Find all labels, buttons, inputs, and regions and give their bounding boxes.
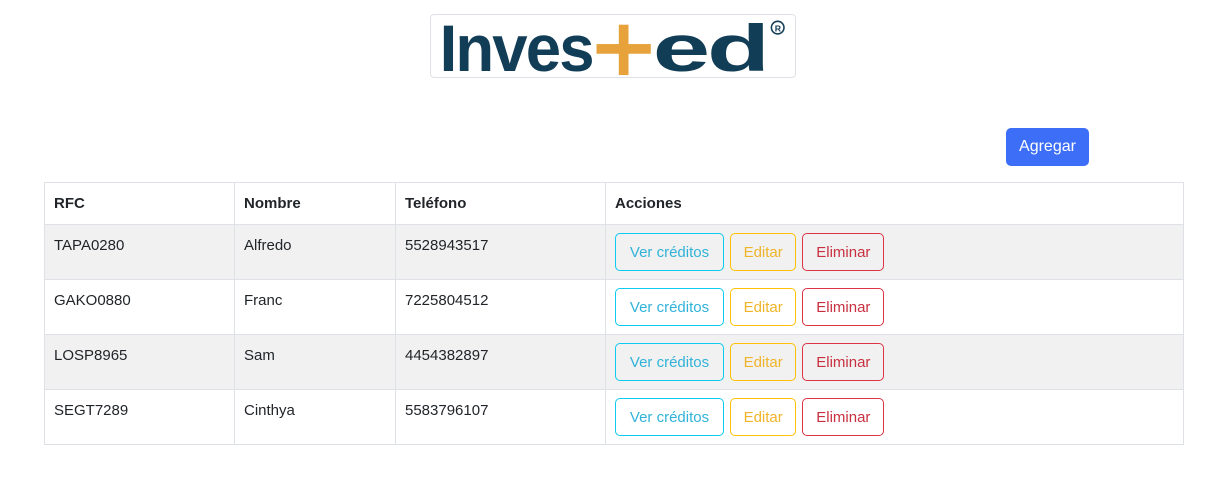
table-row: SEGT7289 Cinthya 5583796107 Ver créditos… — [44, 389, 1184, 445]
cell-rfc: GAKO0880 — [44, 279, 235, 335]
cell-acciones: Ver créditos Editar Eliminar — [605, 279, 1184, 335]
header-telefono: Teléfono — [395, 182, 606, 225]
svg-text:Inves: Inves — [440, 15, 593, 77]
delete-button[interactable]: Eliminar — [802, 288, 885, 326]
table-row: LOSP8965 Sam 4454382897 Ver créditos Edi… — [44, 334, 1184, 390]
cell-acciones: Ver créditos Editar Eliminar — [605, 224, 1184, 280]
cell-telefono: 5583796107 — [395, 389, 606, 445]
view-credits-button[interactable]: Ver créditos — [615, 343, 724, 381]
delete-button[interactable]: Eliminar — [802, 343, 885, 381]
view-credits-button[interactable]: Ver créditos — [615, 398, 724, 436]
view-credits-button[interactable]: Ver créditos — [615, 288, 724, 326]
add-button[interactable]: Agregar — [1006, 128, 1089, 166]
clients-table: RFC Nombre Teléfono Acciones TAPA0280 Al… — [44, 182, 1184, 445]
cell-rfc: TAPA0280 — [44, 224, 235, 280]
cell-telefono: 4454382897 — [395, 334, 606, 390]
table-row: GAKO0880 Franc 7225804512 Ver créditos E… — [44, 279, 1184, 335]
cell-nombre: Alfredo — [234, 224, 396, 280]
header-acciones: Acciones — [605, 182, 1184, 225]
cell-rfc: SEGT7289 — [44, 389, 235, 445]
cell-nombre: Sam — [234, 334, 396, 390]
header-rfc: RFC — [44, 182, 235, 225]
view-credits-button[interactable]: Ver créditos — [615, 233, 724, 271]
cell-rfc: LOSP8965 — [44, 334, 235, 390]
svg-text:R: R — [775, 23, 782, 33]
cell-telefono: 5528943517 — [395, 224, 606, 280]
cell-acciones: Ver créditos Editar Eliminar — [605, 334, 1184, 390]
cell-nombre: Cinthya — [234, 389, 396, 445]
svg-text:ed: ed — [653, 15, 767, 77]
cell-acciones: Ver créditos Editar Eliminar — [605, 389, 1184, 445]
edit-button[interactable]: Editar — [730, 343, 797, 381]
table-row: TAPA0280 Alfredo 5528943517 Ver créditos… — [44, 224, 1184, 280]
edit-button[interactable]: Editar — [730, 398, 797, 436]
edit-button[interactable]: Editar — [730, 288, 797, 326]
header-nombre: Nombre — [234, 182, 396, 225]
cell-nombre: Franc — [234, 279, 396, 335]
delete-button[interactable]: Eliminar — [802, 398, 885, 436]
invested-logo-icon: Inves ed R — [440, 15, 785, 77]
cell-telefono: 7225804512 — [395, 279, 606, 335]
table-header-row: RFC Nombre Teléfono Acciones — [44, 182, 1184, 225]
delete-button[interactable]: Eliminar — [802, 233, 885, 271]
brand-logo: Inves ed R — [430, 14, 796, 78]
edit-button[interactable]: Editar — [730, 233, 797, 271]
